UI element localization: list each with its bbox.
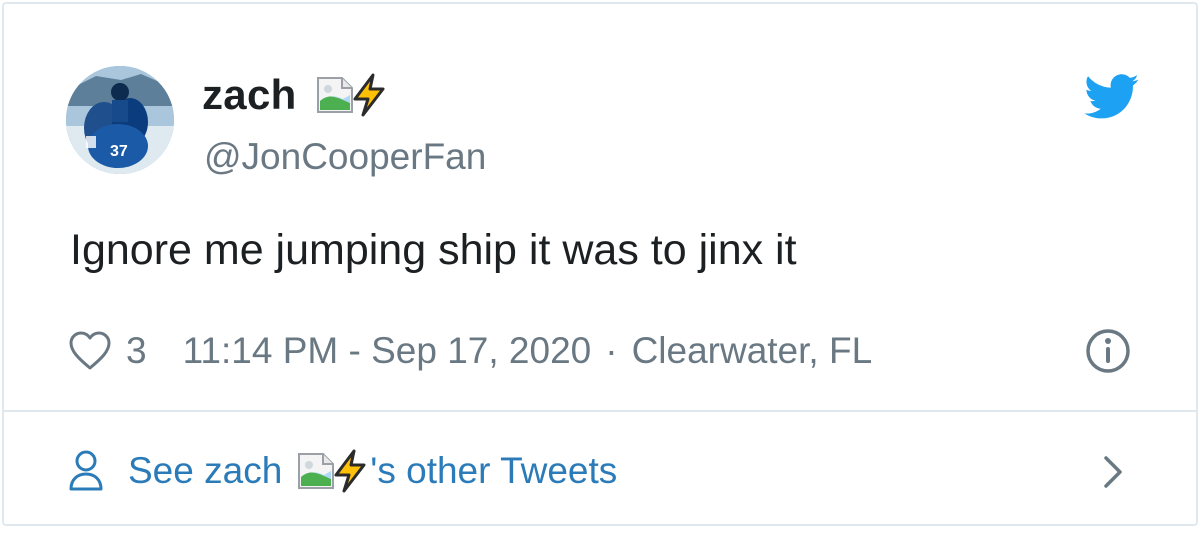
see-other-tweets-prefix: See zach xyxy=(128,450,283,491)
info-icon[interactable] xyxy=(1084,327,1132,375)
avatar[interactable]: 37 xyxy=(66,66,174,174)
meta-separator: · xyxy=(605,330,618,371)
embedded-tweet-card: 37 zach @JonCooperFan Ignore me jumping … xyxy=(2,2,1198,526)
lightning-bolt-icon xyxy=(334,449,366,493)
svg-text:37: 37 xyxy=(110,143,128,160)
lightning-bolt-icon xyxy=(353,73,385,117)
heart-icon[interactable] xyxy=(68,330,112,372)
see-other-tweets-link[interactable]: See zach 's other Tweets xyxy=(68,446,617,496)
user-handle[interactable]: @JonCooperFan xyxy=(204,136,486,178)
chevron-right-icon[interactable] xyxy=(1102,452,1126,492)
tweet-text: Ignore me jumping ship it was to jinx it xyxy=(70,226,797,274)
see-other-tweets-suffix: 's other Tweets xyxy=(370,450,618,491)
tweet-location: Clearwater, FL xyxy=(631,330,873,371)
like-count[interactable]: 3 xyxy=(126,330,147,372)
twitter-bird-icon[interactable] xyxy=(1084,74,1140,120)
tweet-timestamp[interactable]: 11:14 PM - Sep 17, 2020 xyxy=(183,330,592,372)
display-name[interactable]: zach xyxy=(202,71,297,119)
divider xyxy=(4,410,1196,412)
person-icon xyxy=(69,450,103,491)
